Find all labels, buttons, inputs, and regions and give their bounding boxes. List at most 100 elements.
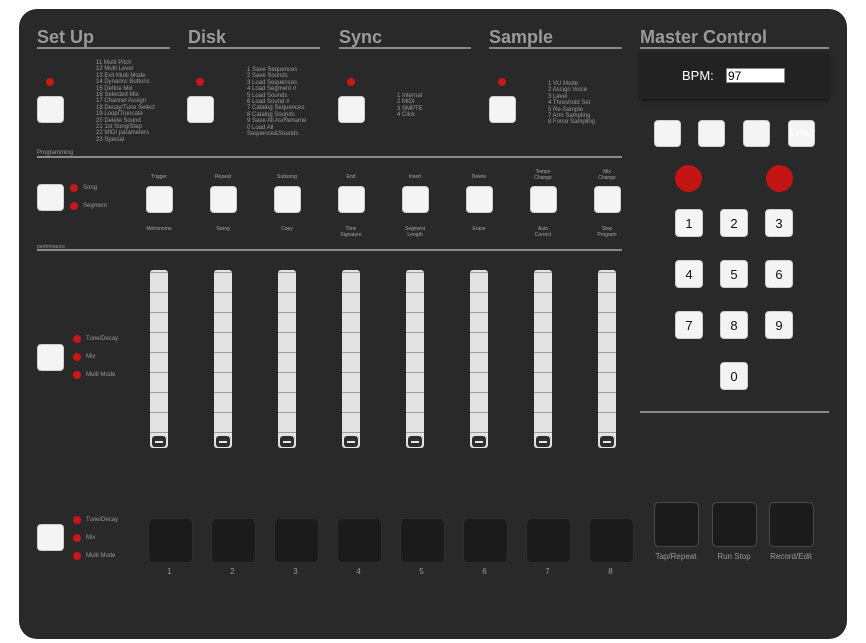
drum-pad-number: 7 [545,567,550,576]
disk-button[interactable] [187,96,214,123]
pad-multi-mode-label: Multi Mode [86,553,116,559]
fader-track-7[interactable] [534,270,552,448]
drum-pad-5[interactable] [400,518,445,563]
keypad-key-4[interactable]: 4 [675,260,703,288]
fader-tick [470,272,488,273]
fader-tick [150,292,168,293]
perf-button-5[interactable] [402,186,429,213]
fader-knob-8[interactable] [600,436,614,447]
fader-track-1[interactable] [150,270,168,448]
drum-pad-6[interactable] [463,518,508,563]
perf-button-1[interactable] [146,186,173,213]
fader-tick [214,352,232,353]
tap-repeat-button[interactable] [654,502,699,547]
fader-tick [342,272,360,273]
fader-track-4[interactable] [342,270,360,448]
fader-knob-2[interactable] [216,436,230,447]
perf-button-6[interactable] [466,186,493,213]
fader-tick [534,432,552,433]
keypad-key-0[interactable]: 0 [720,362,748,390]
keypad-key-9[interactable]: 9 [765,311,793,339]
fader-knob-5[interactable] [408,436,422,447]
fader-tick [598,412,616,413]
drum-pad-2[interactable] [211,518,256,563]
fader-tick [406,292,424,293]
tune-decay-led [73,335,81,343]
fader-knob-4[interactable] [344,436,358,447]
keypad-key-2[interactable]: 2 [720,209,748,237]
drum-pad-1[interactable] [148,518,193,563]
bpm-input[interactable] [726,68,785,83]
master-function-button-2[interactable] [698,120,725,147]
sync-options-list: 1 Internal 2 MIDI 3 SMPTE 4 Click [397,93,423,119]
sample-led [498,78,506,86]
perf-top-label: Subsong [277,174,297,180]
fader-tick [150,392,168,393]
perf-button-2[interactable] [210,186,237,213]
drum-pad-7[interactable] [526,518,571,563]
master-function-button-3[interactable] [743,120,770,147]
fader-knob-1[interactable] [152,436,166,447]
fader-track-2[interactable] [214,270,232,448]
fader-tick [278,432,296,433]
setup-button[interactable] [37,96,64,123]
master-underline [640,47,829,49]
fader-tick [342,372,360,373]
fader-tick [534,272,552,273]
perf-button-7[interactable] [530,186,557,213]
perf-button-4[interactable] [338,186,365,213]
keypad-key-6[interactable]: 6 [765,260,793,288]
pad-mix-led [73,534,81,542]
keypad-key-1[interactable]: 1 [675,209,703,237]
setup-options-list: 11 Multi Pitch 12 Multi Level 13 Exit Mu… [96,60,155,143]
perf-bottom-label: Time Signature [340,226,362,238]
fader-knob-6[interactable] [472,436,486,447]
fader-tick [470,412,488,413]
perf-top-label: End [346,174,356,180]
sync-button[interactable] [338,96,365,123]
fader-knob-grip [475,441,483,443]
master-function-button-1[interactable] [654,120,681,147]
drum-pad-8[interactable] [589,518,634,563]
run-stop-button[interactable] [712,502,757,547]
fader-tick [470,372,488,373]
fader-mode-button[interactable] [37,344,64,371]
keypad-key-8[interactable]: 8 [720,311,748,339]
fader-track-3[interactable] [278,270,296,448]
sample-button[interactable] [489,96,516,123]
drum-pad-3[interactable] [274,518,319,563]
perf-top-label: Mix Change [598,169,616,181]
perf-button-8[interactable] [594,186,621,213]
fader-knob-grip [283,441,291,443]
disk-led [196,78,204,86]
pad-mode-button[interactable] [37,524,64,551]
fader-tick [470,432,488,433]
fader-tick [470,392,488,393]
fader-track-6[interactable] [470,270,488,448]
perf-bottom-label: Auto Correct [534,226,552,238]
fader-tick [214,272,232,273]
fader-knob-7[interactable] [536,436,550,447]
fader-tick [214,312,232,313]
fader-track-5[interactable] [406,270,424,448]
setup-led [46,78,54,86]
segment-led [70,202,78,210]
fader-track-8[interactable] [598,270,616,448]
perf-bottom-label: Erase [472,226,486,232]
perf-bottom-label: Swing [216,226,230,232]
fader-tick [214,292,232,293]
fader-tick [214,392,232,393]
fader-tick [278,332,296,333]
sync-underline [339,47,471,49]
record-edit-button[interactable] [769,502,814,547]
fader-tick [150,352,168,353]
keypad-key-5[interactable]: 5 [720,260,748,288]
bpm-label: BPM: [682,68,714,83]
keypad-key-3[interactable]: 3 [765,209,793,237]
song-segment-button[interactable] [37,184,64,211]
drum-pad-4[interactable] [337,518,382,563]
perf-button-3[interactable] [274,186,301,213]
fader-knob-3[interactable] [280,436,294,447]
fader-tick [598,292,616,293]
keypad-key-7[interactable]: 7 [675,311,703,339]
